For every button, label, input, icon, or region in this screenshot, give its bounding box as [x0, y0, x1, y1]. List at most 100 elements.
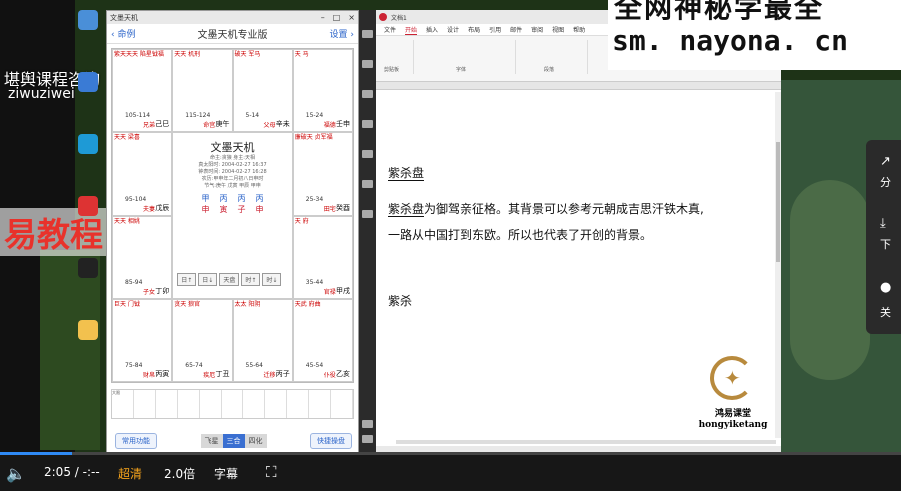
back-label: 命例 — [117, 30, 136, 40]
share-icon[interactable]: ↗ — [880, 154, 891, 169]
ribbon-tab[interactable]: 插入 — [426, 25, 438, 34]
ribbon-tab[interactable]: 帮助 — [573, 25, 585, 34]
ribbon-tab[interactable]: 布局 — [468, 25, 480, 34]
sidebar-button-2[interactable] — [362, 60, 373, 68]
sidebar-home[interactable] — [362, 435, 373, 443]
palace-name: 疾厄 — [203, 372, 216, 379]
ribbon-tab[interactable]: 设计 — [447, 25, 459, 34]
wps-icon[interactable] — [78, 196, 98, 216]
palace-age: 45-54 — [305, 362, 324, 369]
palace-stars: 太太 阳阴 — [234, 300, 261, 308]
palace-ganzhi: 丙寅 — [155, 370, 170, 378]
chart-center: 文墨天机 命主:贪狼 身主:天相 真太阳时: 2004-02-27 16:37 钟表时… — [172, 132, 293, 299]
logo-name-en: hongyiketang — [698, 420, 768, 430]
follow-icon[interactable]: ● — [880, 280, 891, 295]
palace-ganzhi: 丁卯 — [155, 286, 170, 295]
back-button[interactable]: ‹ 命例 — [111, 27, 135, 40]
ribbon-tab[interactable]: 审阅 — [531, 25, 543, 34]
ribbon-tab[interactable]: 邮件 — [510, 25, 522, 34]
sidebar-button-5[interactable] — [362, 150, 373, 158]
palace-name: 子女 — [143, 288, 156, 296]
horizontal-scrollbar[interactable] — [396, 440, 776, 444]
minimize-icon[interactable]: – — [321, 13, 325, 22]
palace-ganzhi: 壬申 — [336, 120, 350, 129]
palace-cell[interactable]: 廉破天 贞军福 25-34 田宅 癸酉 — [292, 132, 353, 216]
palace-age: 105-114 — [125, 112, 151, 120]
palace-name: 兄弟 — [143, 122, 156, 130]
palace-ganzhi: 癸酉 — [336, 203, 350, 212]
fullscreen-icon[interactable]: ⛶ — [266, 463, 277, 481]
sidebar-back[interactable] — [362, 420, 373, 428]
sidebar-button-7[interactable] — [362, 210, 373, 218]
recycle-bin-icon[interactable] — [78, 10, 98, 30]
rate-button[interactable]: 2.0倍 — [164, 465, 195, 482]
download-label: 下 — [880, 238, 891, 251]
palace-ganzhi: 辛未 — [275, 120, 290, 129]
ribbon-tab[interactable]: 视图 — [552, 25, 564, 34]
common-functions-button[interactable]: 常用功能 — [115, 433, 157, 449]
palace-cell[interactable]: 天天 相姚 85-94 子女 丁卯 — [112, 215, 173, 299]
doc-line-1: 紫杀盘 — [388, 166, 425, 181]
palace-cell[interactable]: 巨天 门钺 75-84 财帛 丙寅 — [112, 298, 173, 382]
center-title: 文墨天机 — [210, 141, 255, 155]
subtitle-button[interactable]: 字幕 — [214, 465, 238, 482]
maximize-icon[interactable]: □ — [333, 13, 341, 22]
palace-stars: 紫天天天 陷星钺福 — [114, 51, 164, 58]
palace-cell[interactable]: 太太 阳阴 55-64 迁移 丙子 — [232, 298, 293, 382]
palace-cell[interactable]: 天 马 15-24 福德 壬申 — [292, 49, 353, 133]
pillar-branch: 申 — [255, 205, 264, 215]
palace-name: 仆役 — [323, 372, 336, 379]
time-nav-button[interactable]: 时↑ — [241, 272, 261, 286]
download-icon[interactable]: ⤓ — [880, 216, 886, 231]
time-nav-button[interactable]: 时↓ — [262, 272, 282, 286]
palace-stars: 天天 机刑 — [174, 51, 201, 58]
hongyi-logo: ✦ 鸿易课堂 hongyiketang — [688, 356, 778, 436]
palace-cell[interactable]: 紫天天天 陷星钺福 105-114 兄弟 己巳 — [112, 49, 173, 133]
mode-sanhe[interactable]: 三合 — [222, 434, 245, 448]
palace-cell[interactable]: 天天 机刑 115-124 命宫 庚午 — [172, 49, 233, 133]
time-nav-button[interactable]: 天盘 — [219, 272, 240, 286]
ribbon-tab[interactable]: 文件 — [384, 25, 396, 34]
sidebar-button-1[interactable] — [362, 30, 373, 38]
watermark-line1: 全网神秘学最全 — [614, 0, 825, 24]
mode-feixing[interactable]: 飞星 — [200, 434, 223, 448]
palace-cell[interactable]: 破天 军马 5-14 父母 辛未 — [232, 49, 293, 133]
palace-stars: 巨天 门钺 — [114, 300, 140, 308]
volume-icon[interactable]: 🔈 — [6, 464, 26, 483]
palace-cell[interactable]: 天天 梁喜 95-104 夫妻 戊辰 — [112, 132, 173, 216]
sidebar-button-3[interactable] — [362, 90, 373, 98]
quick-chart-button[interactable]: 快捷操盘 — [310, 433, 352, 449]
time-nav-button[interactable]: 日↓ — [198, 272, 218, 286]
player-controls: 🔈 2:05 / -:-- 超清 2.0倍 字幕 ⛶ — [0, 455, 901, 491]
ribbon-tab[interactable]: 开始 — [405, 25, 418, 35]
sidebar-button-4[interactable] — [362, 120, 373, 128]
mode-sihua[interactable]: 四化 — [244, 434, 267, 448]
edge-icon[interactable] — [78, 134, 98, 154]
pillar: 丙 — [237, 194, 246, 204]
palace-name: 官禄 — [323, 288, 336, 296]
palace-name: 夫妻 — [143, 205, 156, 213]
settings-button[interactable]: 设置 › — [330, 27, 354, 40]
sidebar-button-6[interactable] — [362, 180, 373, 188]
folder-icon[interactable] — [78, 320, 98, 340]
ruler — [376, 82, 781, 90]
palace-stars: 天天 相姚 — [114, 217, 140, 225]
palace-ganzhi: 丁丑 — [215, 370, 230, 378]
pillar-branch: 申 — [201, 205, 210, 215]
palace-cell[interactable]: 贪天 狼官 65-74 疾厄 丁丑 — [172, 298, 233, 382]
palace-cell[interactable]: 天 府 35-44 官禄 甲戌 — [292, 215, 353, 299]
pillar: 丙 — [219, 194, 228, 204]
settings-label: 设置 — [329, 30, 348, 40]
palace-cell[interactable]: 天武 府曲 45-54 仆役 乙亥 — [292, 298, 353, 382]
qq-icon[interactable] — [78, 258, 98, 278]
time-nav-button[interactable]: 日↑ — [177, 272, 197, 286]
quality-button[interactable]: 超清 — [118, 465, 142, 482]
ribbon-group-font: 字体 — [416, 40, 516, 74]
app-icon[interactable] — [78, 72, 98, 92]
close-icon[interactable]: × — [348, 13, 355, 22]
word-title: 文档1 — [391, 14, 407, 22]
ribbon-tab[interactable]: 引用 — [489, 25, 501, 34]
star-icon: ✦ — [724, 366, 741, 390]
ribbon-group-paragraph: 段落 — [518, 40, 588, 74]
palace-name: 田宅 — [323, 205, 336, 213]
